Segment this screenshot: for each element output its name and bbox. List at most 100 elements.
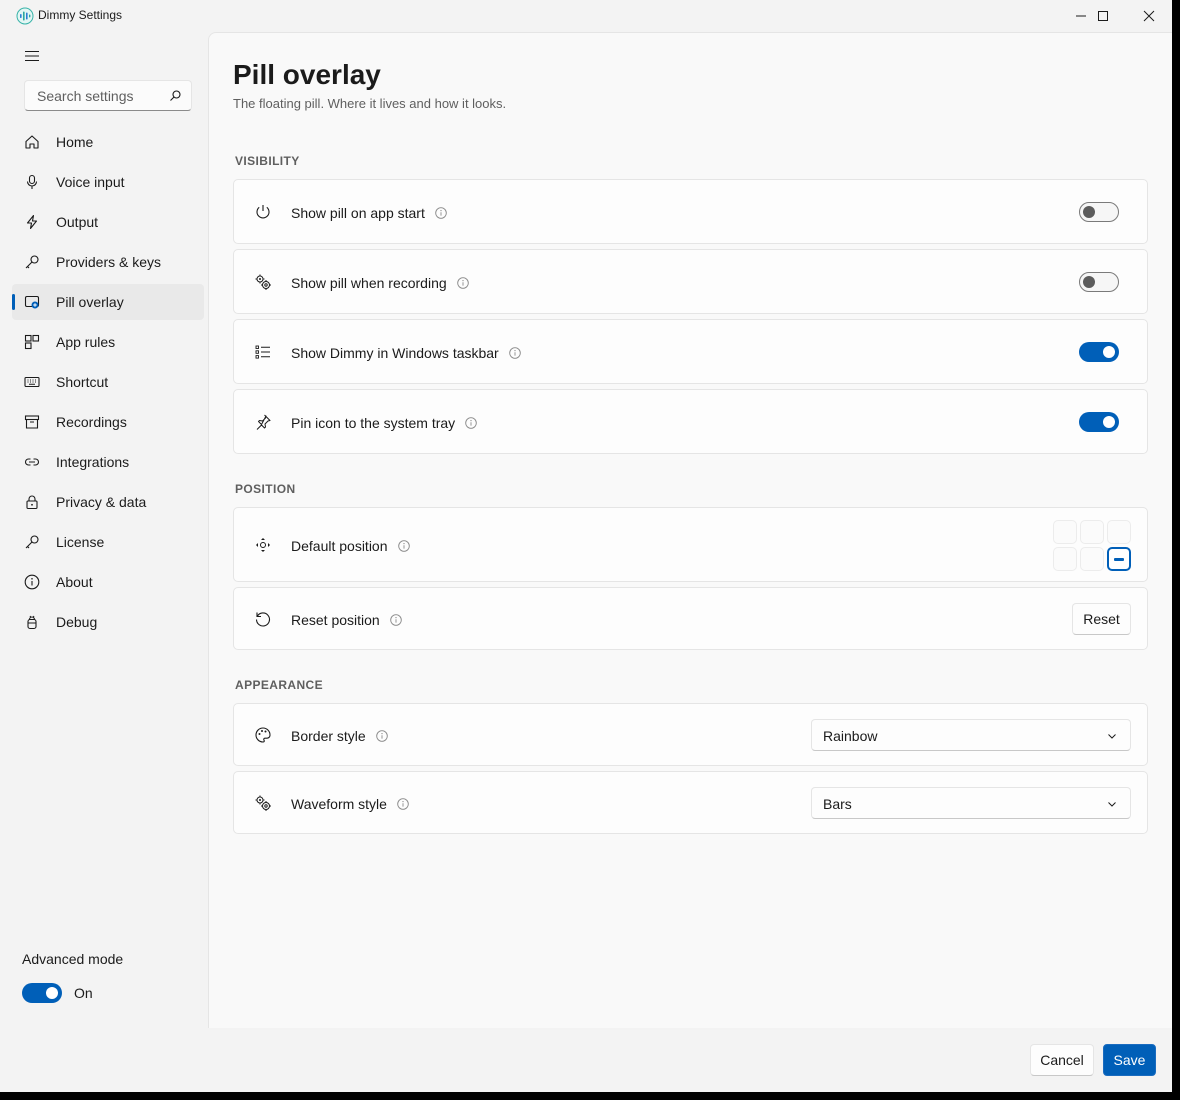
sidebar-item-app-rules[interactable]: App rules — [12, 324, 204, 360]
reset-position-button[interactable]: Reset — [1072, 603, 1131, 635]
section-heading-position: POSITION — [235, 482, 296, 496]
link-icon — [24, 454, 40, 470]
sidebar-item-label: Shortcut — [56, 374, 109, 390]
search-input[interactable] — [35, 87, 165, 105]
setting-row-border-style: Border style Rainbow — [233, 703, 1148, 766]
setting-label-wrap: Reset position — [291, 612, 402, 628]
sidebar-item-output[interactable]: Output — [12, 204, 204, 240]
hamburger-menu-button[interactable] — [20, 44, 44, 68]
setting-label: Border style — [291, 728, 366, 744]
dropdown-value: Bars — [823, 796, 852, 812]
sidebar-item-label: Output — [56, 214, 99, 230]
position-bottom-right[interactable] — [1107, 547, 1131, 571]
setting-row-show-on-start: Show pill on app start — [233, 179, 1148, 244]
position-top-left[interactable] — [1053, 520, 1077, 544]
lightning-icon — [24, 214, 40, 230]
sidebar-item-about[interactable]: About — [12, 564, 204, 600]
pin-tray-toggle[interactable] — [1079, 412, 1119, 432]
sidebar-item-recordings[interactable]: Recordings — [12, 404, 204, 440]
sidebar-item-label: Recordings — [56, 414, 127, 430]
dropdown-value: Rainbow — [823, 728, 878, 744]
setting-label-wrap: Border style — [291, 728, 388, 744]
show-in-taskbar-toggle[interactable] — [1079, 342, 1119, 362]
setting-label: Default position — [291, 538, 388, 554]
sidebar-item-integrations[interactable]: Integrations — [12, 444, 204, 480]
search-icon[interactable] — [167, 88, 183, 104]
setting-row-reset-position: Reset position Reset — [233, 587, 1148, 650]
sidebar-item-label: Home — [56, 134, 94, 150]
setting-row-pin-tray: Pin icon to the system tray — [233, 389, 1148, 454]
toggle-knob — [1083, 206, 1095, 218]
search-box[interactable] — [24, 80, 192, 111]
reset-icon — [254, 610, 272, 628]
list-icon — [254, 343, 272, 361]
setting-row-default-position: Default position — [233, 507, 1148, 582]
save-button[interactable]: Save — [1103, 1044, 1156, 1076]
position-bottom-center[interactable] — [1080, 547, 1104, 571]
key-icon — [24, 254, 40, 270]
sidebar-item-license[interactable]: License — [12, 524, 204, 560]
section-heading-visibility: VISIBILITY — [235, 154, 300, 168]
setting-label: Waveform style — [291, 796, 387, 812]
info-icon[interactable] — [456, 277, 469, 289]
maximize-button[interactable] — [1080, 0, 1126, 32]
section-heading-appearance: APPEARANCE — [235, 678, 324, 692]
info-icon[interactable] — [375, 730, 388, 742]
lock-icon — [24, 494, 40, 510]
waveform-style-dropdown[interactable]: Bars — [811, 787, 1131, 819]
sidebar-item-voice-input[interactable]: Voice input — [12, 164, 204, 200]
app-rules-icon — [24, 334, 40, 350]
setting-label: Show pill when recording — [291, 275, 447, 291]
info-icon[interactable] — [465, 417, 477, 429]
gears-icon — [254, 273, 272, 291]
position-top-center[interactable] — [1080, 520, 1104, 544]
info-icon[interactable] — [389, 614, 402, 626]
position-top-right[interactable] — [1107, 520, 1131, 544]
sidebar-item-label: Voice input — [56, 174, 125, 190]
setting-label-wrap: Pin icon to the system tray — [291, 415, 477, 431]
setting-label-wrap: Default position — [291, 538, 410, 554]
setting-label-wrap: Show pill when recording — [291, 275, 469, 291]
sidebar-item-label: Privacy & data — [56, 494, 147, 510]
info-icon[interactable] — [397, 798, 409, 810]
page-subtitle: The floating pill. Where it lives and ho… — [233, 96, 507, 111]
sidebar-item-providers-keys[interactable]: Providers & keys — [12, 244, 204, 280]
show-on-start-toggle[interactable] — [1079, 202, 1119, 222]
sidebar-item-home[interactable]: Home — [12, 124, 204, 160]
info-icon[interactable] — [397, 540, 410, 552]
key-icon — [24, 534, 40, 550]
info-icon[interactable] — [435, 207, 447, 219]
palette-icon — [254, 726, 272, 744]
sidebar-item-label: Integrations — [56, 454, 130, 470]
advanced-mode-state: On — [74, 985, 93, 1001]
info-icon — [24, 574, 40, 590]
gears-icon — [254, 794, 272, 812]
position-picker — [1053, 520, 1131, 572]
toggle-knob — [46, 987, 58, 999]
setting-row-waveform-style: Waveform style Bars — [233, 771, 1148, 834]
keyboard-icon — [24, 374, 40, 390]
setting-label: Show pill on app start — [291, 205, 425, 221]
advanced-mode-toggle[interactable] — [22, 983, 62, 1003]
title-bar: Dimmy Settings — [0, 0, 1172, 32]
chevron-down-icon — [1106, 730, 1118, 742]
setting-label: Pin icon to the system tray — [291, 415, 456, 431]
power-icon — [254, 203, 272, 221]
sidebar-item-pill-overlay[interactable]: Pill overlay — [12, 284, 204, 320]
border-style-dropdown[interactable]: Rainbow — [811, 719, 1131, 751]
sidebar-item-shortcut[interactable]: Shortcut — [12, 364, 204, 400]
sidebar-nav: Home Voice input Output Providers & keys… — [12, 124, 204, 644]
sidebar-item-privacy-data[interactable]: Privacy & data — [12, 484, 204, 520]
sidebar-item-debug[interactable]: Debug — [12, 604, 204, 640]
info-icon[interactable] — [508, 347, 521, 359]
bug-icon — [24, 614, 40, 630]
cancel-button[interactable]: Cancel — [1030, 1044, 1094, 1076]
page-title: Pill overlay — [233, 59, 381, 90]
setting-label: Show Dimmy in Windows taskbar — [291, 345, 499, 361]
show-when-recording-toggle[interactable] — [1079, 272, 1119, 292]
setting-row-show-in-taskbar: Show Dimmy in Windows taskbar — [233, 319, 1148, 384]
position-bottom-left[interactable] — [1053, 547, 1077, 571]
setting-label-wrap: Show pill on app start — [291, 205, 447, 221]
settings-window: Dimmy Settings Home Voice input Ou — [0, 0, 1172, 1092]
close-button[interactable] — [1126, 0, 1172, 32]
